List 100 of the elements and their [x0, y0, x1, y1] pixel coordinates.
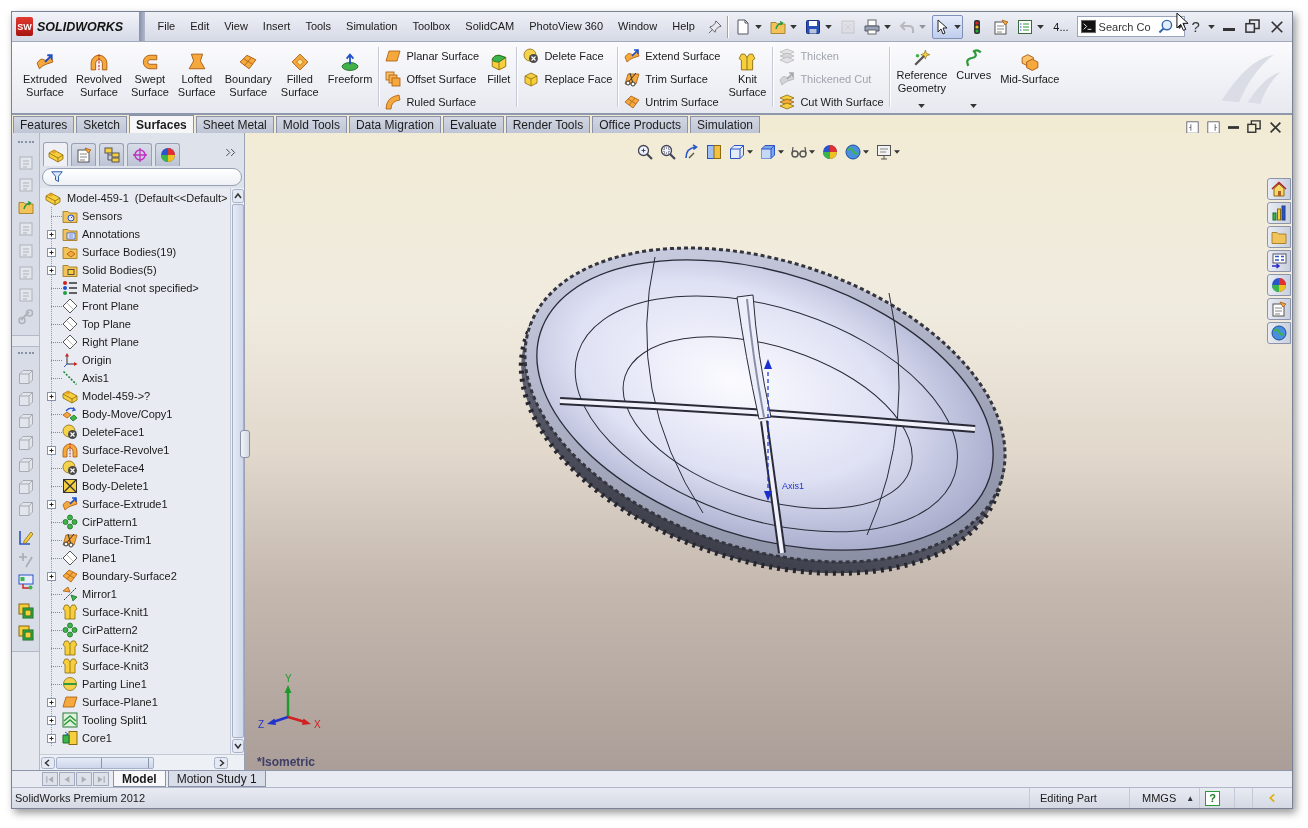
plus-box-icon[interactable] — [47, 571, 56, 581]
scroll-right-icon[interactable] — [214, 756, 228, 769]
menu-item[interactable]: PhotoView 360 — [521, 12, 611, 41]
plus-box-icon[interactable] — [47, 445, 56, 455]
pin-icon[interactable] — [708, 19, 723, 34]
plus-box-icon[interactable] — [47, 391, 56, 401]
command-tab[interactable]: Features — [13, 116, 75, 133]
task-pane-tab[interactable] — [1267, 202, 1291, 224]
ribbon-button[interactable]: Knit Surface — [725, 44, 770, 113]
ribbon-button[interactable]: Replace Face — [521, 67, 615, 90]
caret-icon[interactable] — [790, 24, 798, 29]
command-tab[interactable]: Evaluate — [443, 116, 504, 133]
tree-item[interactable]: Front Plane — [81, 300, 140, 312]
ribbon-button[interactable]: Ruled Surface — [383, 90, 482, 113]
panel-tab[interactable] — [99, 143, 124, 166]
toolbar-button[interactable] — [729, 143, 753, 161]
caret-icon[interactable] — [825, 24, 833, 29]
minimize-icon[interactable] — [1228, 125, 1239, 129]
caret-icon[interactable] — [918, 104, 926, 108]
tree-item[interactable]: CirPattern2 — [81, 624, 139, 636]
task-pane-tab[interactable] — [1267, 178, 1291, 200]
ribbon-button[interactable]: Planar Surface — [383, 44, 482, 67]
tree-item[interactable]: Axis1 — [81, 372, 110, 384]
caret-icon[interactable] — [747, 150, 753, 154]
printer-icon[interactable] — [864, 18, 881, 35]
ribbon-button[interactable]: Mid-Surface — [997, 44, 1063, 113]
plus-box-icon[interactable] — [47, 499, 56, 509]
ribbon-button[interactable]: Freeform — [324, 44, 376, 113]
document-icon[interactable] — [735, 18, 752, 35]
command-tab[interactable]: Sheet Metal — [195, 116, 274, 133]
toolbar-button[interactable] — [876, 143, 900, 161]
tree-item[interactable]: Surface-Knit3 — [81, 660, 150, 672]
task-pane-tab[interactable] — [1267, 298, 1291, 320]
command-tab[interactable]: Sketch — [76, 116, 128, 133]
menu-item[interactable]: Simulation — [338, 12, 405, 41]
menu-item[interactable]: Insert — [255, 12, 298, 41]
plus-box-icon[interactable] — [47, 247, 56, 257]
panel-tab[interactable] — [127, 143, 152, 166]
toolbar-button[interactable] — [637, 143, 653, 161]
toolbar-button[interactable] — [845, 143, 869, 161]
ribbon-button[interactable]: Fillet — [484, 44, 514, 113]
ribbon-button[interactable]: Cut With Surface — [777, 90, 886, 113]
plus-box-icon[interactable] — [47, 697, 56, 707]
tree-item[interactable]: Surface-Knit1 — [81, 606, 150, 618]
menu-item[interactable]: View — [216, 12, 256, 41]
tree-item[interactable]: Body-Move/Copy1 — [81, 408, 174, 420]
tree-item[interactable]: Tooling Split1 — [81, 714, 149, 726]
task-pane-tab[interactable] — [1267, 226, 1291, 248]
ribbon-button[interactable]: Untrim Surface — [622, 90, 723, 113]
tile-icon[interactable] — [1186, 120, 1199, 134]
command-tab[interactable]: Office Products — [592, 116, 688, 133]
help-button[interactable]: ? — [1191, 18, 1200, 35]
command-tab[interactable]: Render Tools — [505, 116, 591, 133]
tree-item[interactable]: DeleteFace1 — [81, 426, 146, 438]
caret-icon[interactable] — [1037, 24, 1045, 29]
tree-item[interactable]: CirPattern1 — [81, 516, 139, 528]
filter-field[interactable] — [42, 168, 242, 186]
menu-item[interactable]: Window — [610, 12, 665, 41]
close-icon[interactable] — [1270, 19, 1284, 34]
toolbar-button[interactable] — [660, 143, 676, 161]
scroll-up-icon[interactable] — [231, 189, 244, 203]
panel-tab[interactable] — [43, 142, 68, 166]
command-tab[interactable]: Mold Tools — [275, 116, 347, 133]
tree-item[interactable]: Model-459-1 (Default<<Default> — [66, 192, 229, 204]
tree-item[interactable]: Model-459->? — [81, 390, 152, 402]
tree-item[interactable]: Parting Line1 — [81, 678, 148, 690]
caret-icon[interactable] — [778, 150, 784, 154]
tree-item[interactable]: Surface-Extrude1 — [81, 498, 169, 510]
command-tab[interactable]: Data Migration — [348, 116, 441, 133]
ribbon-button[interactable]: Lofted Surface — [174, 44, 219, 113]
tree-item[interactable]: Core1 — [81, 732, 113, 744]
toolbar-button[interactable] — [683, 143, 699, 161]
tree-item[interactable]: Solid Bodies(5) — [81, 264, 158, 276]
menu-item[interactable]: Toolbox — [404, 12, 458, 41]
scroll-left-icon[interactable] — [41, 756, 55, 769]
menu-item[interactable]: SolidCAM — [457, 12, 522, 41]
ribbon-button[interactable]: Extruded Surface — [20, 44, 71, 113]
tree-item[interactable]: Surface-Revolve1 — [81, 444, 171, 456]
restore-icon[interactable] — [1245, 19, 1260, 34]
tree-item[interactable]: Surface-Trim1 — [81, 534, 153, 546]
restore-icon[interactable] — [1247, 120, 1261, 134]
plus-box-icon[interactable] — [47, 229, 56, 239]
ribbon-button[interactable]: Reference Geometry — [893, 44, 951, 113]
scrollbar-thumb[interactable] — [56, 756, 154, 769]
caret-icon[interactable] — [970, 104, 978, 108]
toolbar-button[interactable] — [822, 143, 838, 161]
caret-icon[interactable] — [863, 150, 869, 154]
double-chevron-icon[interactable] — [225, 147, 236, 158]
ribbon-button[interactable]: Revolved Surface — [73, 44, 125, 113]
tree-item[interactable]: Surface Bodies(19) — [81, 246, 178, 258]
horizontal-scrollbar[interactable] — [40, 754, 244, 770]
help-button[interactable]: ? — [1205, 790, 1220, 806]
panel-tab[interactable] — [71, 143, 96, 166]
ribbon-button[interactable]: Delete Face — [521, 44, 615, 67]
caret-icon[interactable] — [809, 150, 815, 154]
command-tab[interactable]: Surfaces — [129, 115, 194, 133]
task-pane-tab[interactable] — [1267, 322, 1291, 344]
plus-box-icon[interactable] — [47, 265, 56, 275]
ribbon-button[interactable]: Filled Surface — [277, 44, 322, 113]
tree-item[interactable]: Body-Delete1 — [81, 480, 150, 492]
